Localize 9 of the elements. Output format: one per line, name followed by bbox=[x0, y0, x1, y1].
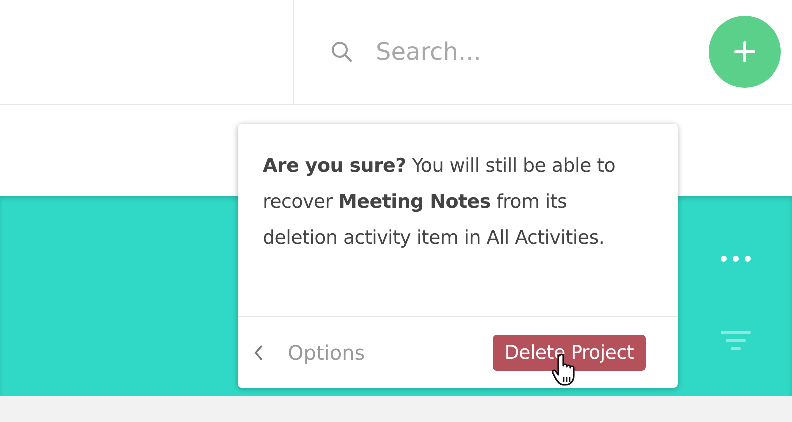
confirm-message: Are you sure? You will still be able to recover Meeting Notes from its deletion activity item in All Activities. bbox=[262, 154, 617, 251]
search-field[interactable]: Search... bbox=[374, 37, 678, 67]
filter-icon[interactable] bbox=[721, 331, 751, 351]
options-back-button[interactable]: Options bbox=[254, 340, 366, 364]
more-icon[interactable] bbox=[720, 255, 752, 263]
delete-project-button[interactable]: Delete Project bbox=[492, 334, 646, 370]
search-icon bbox=[330, 40, 354, 64]
chevron-left-icon bbox=[254, 344, 264, 362]
plus-icon bbox=[734, 41, 756, 63]
